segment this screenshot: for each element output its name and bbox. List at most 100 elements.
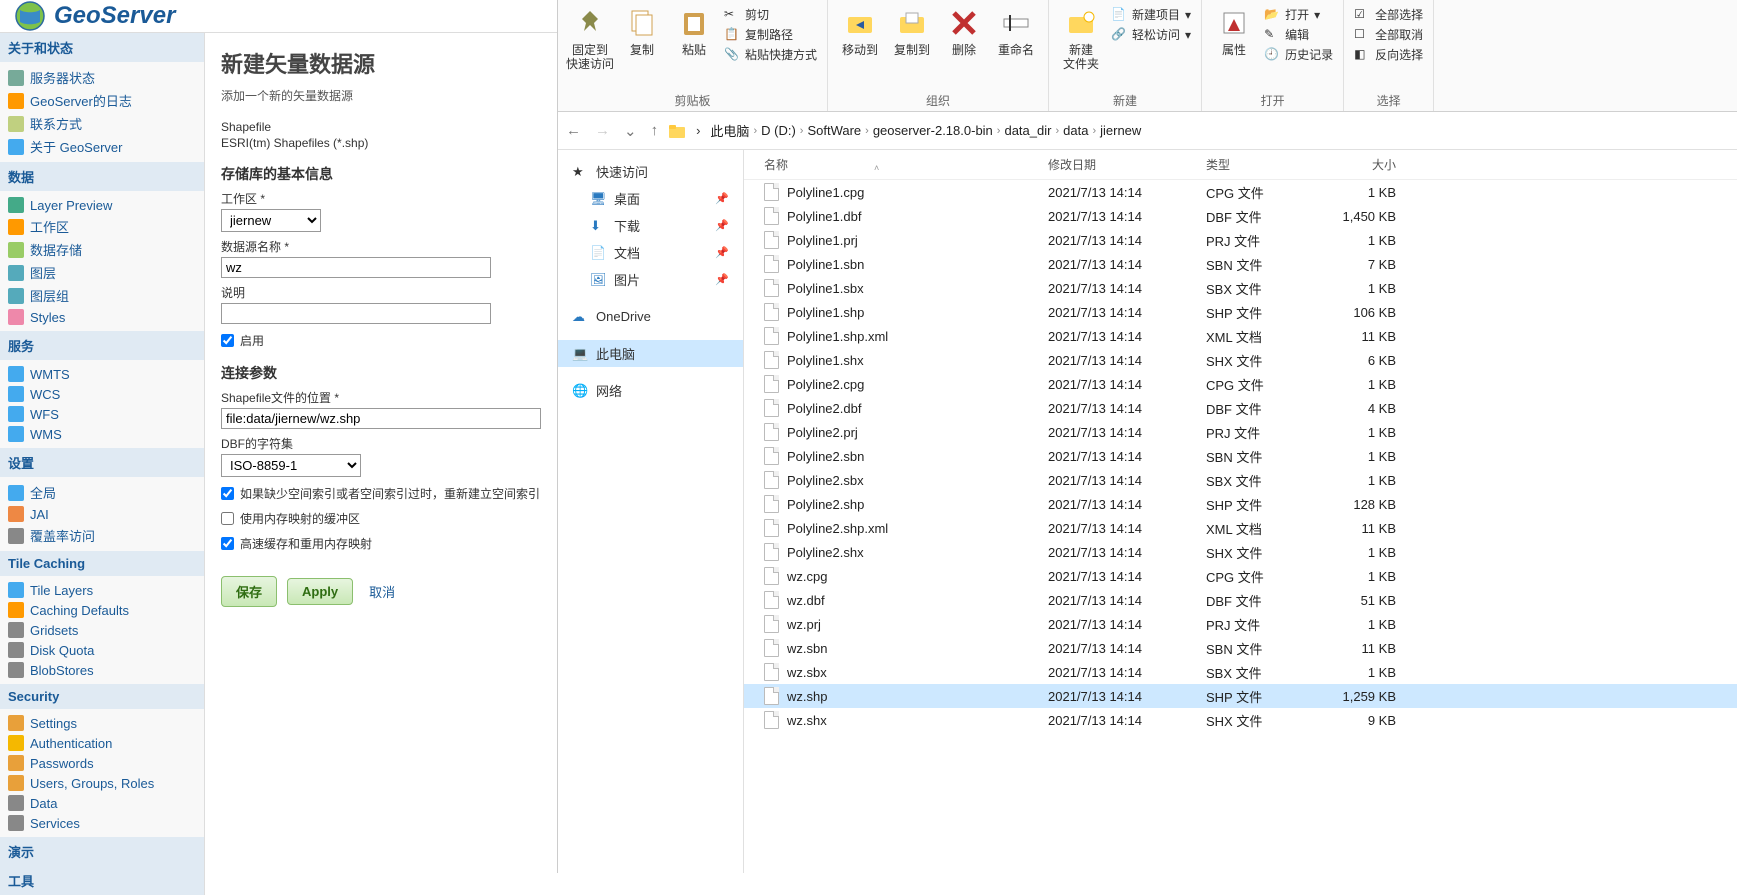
col-name[interactable]: 名称˄ bbox=[744, 156, 1038, 173]
recent-button[interactable]: ⌄ bbox=[624, 122, 637, 140]
paste-shortcut-button[interactable]: 📎粘贴快捷方式 bbox=[724, 46, 817, 63]
file-row[interactable]: wz.shx2021/7/13 14:14SHX 文件9 KB bbox=[744, 708, 1737, 732]
description-input[interactable] bbox=[221, 303, 491, 324]
file-row[interactable]: wz.dbf2021/7/13 14:14DBF 文件51 KB bbox=[744, 588, 1737, 612]
nav-item[interactable]: GeoServer的日志 bbox=[0, 89, 204, 112]
up-button[interactable]: ↑ bbox=[651, 122, 659, 140]
copy-to-button[interactable]: 复制到 bbox=[886, 4, 938, 60]
col-type[interactable]: 类型 bbox=[1196, 156, 1324, 173]
file-row[interactable]: wz.sbx2021/7/13 14:14SBX 文件1 KB bbox=[744, 660, 1737, 684]
nav-item[interactable]: 服务器状态 bbox=[0, 66, 204, 89]
new-folder-button[interactable]: 新建文件夹 bbox=[1055, 4, 1107, 74]
tree-quick-access[interactable]: ★快速访问 bbox=[558, 158, 743, 185]
nav-item[interactable]: 图层组 bbox=[0, 284, 204, 307]
cache-checkbox[interactable] bbox=[221, 537, 234, 550]
nav-item[interactable]: 全局 bbox=[0, 481, 204, 504]
file-row[interactable]: Polyline2.shp2021/7/13 14:14SHP 文件128 KB bbox=[744, 492, 1737, 516]
file-row[interactable]: Polyline1.prj2021/7/13 14:14PRJ 文件1 KB bbox=[744, 228, 1737, 252]
file-row[interactable]: wz.prj2021/7/13 14:14PRJ 文件1 KB bbox=[744, 612, 1737, 636]
copy-path-button[interactable]: 📋复制路径 bbox=[724, 26, 817, 43]
charset-select[interactable]: ISO-8859-1 bbox=[221, 454, 361, 477]
properties-button[interactable]: 属性 bbox=[1208, 4, 1260, 65]
edit-button[interactable]: ✎编辑 bbox=[1264, 26, 1333, 43]
easy-access-button[interactable]: 🔗轻松访问▾ bbox=[1111, 26, 1191, 43]
col-date[interactable]: 修改日期 bbox=[1038, 156, 1196, 173]
history-button[interactable]: 🕘历史记录 bbox=[1264, 46, 1333, 63]
cut-button[interactable]: ✂剪切 bbox=[724, 6, 817, 23]
file-location-input[interactable] bbox=[221, 408, 541, 429]
breadcrumb-segment[interactable]: D (D:) bbox=[761, 123, 796, 138]
file-row[interactable]: Polyline2.cpg2021/7/13 14:14CPG 文件1 KB bbox=[744, 372, 1737, 396]
paste-button[interactable]: 粘贴 bbox=[668, 4, 720, 74]
nav-item[interactable]: Disk Quota bbox=[0, 640, 204, 660]
tree-network[interactable]: 🌐网络 bbox=[558, 377, 743, 404]
tree-documents[interactable]: 📄文档📌 bbox=[558, 239, 743, 266]
nav-item[interactable]: Tile Layers bbox=[0, 580, 204, 600]
nav-item[interactable]: WMTS bbox=[0, 364, 204, 384]
file-row[interactable]: Polyline1.shp2021/7/13 14:14SHP 文件106 KB bbox=[744, 300, 1737, 324]
breadcrumb-segment[interactable]: data bbox=[1063, 123, 1088, 138]
nav-item[interactable]: Users, Groups, Roles bbox=[0, 773, 204, 793]
file-row[interactable]: Polyline2.sbn2021/7/13 14:14SBN 文件1 KB bbox=[744, 444, 1737, 468]
nav-item[interactable]: Layer Preview bbox=[0, 195, 204, 215]
tree-desktop[interactable]: 🖥桌面📌 bbox=[558, 185, 743, 212]
nav-item[interactable]: 工作区 bbox=[0, 215, 204, 238]
nav-item[interactable]: Authentication bbox=[0, 733, 204, 753]
file-row[interactable]: Polyline2.sbx2021/7/13 14:14SBX 文件1 KB bbox=[744, 468, 1737, 492]
tree-onedrive[interactable]: ☁OneDrive bbox=[558, 303, 743, 330]
col-size[interactable]: 大小 bbox=[1324, 156, 1414, 173]
breadcrumb-segment[interactable]: geoserver-2.18.0-bin bbox=[873, 123, 993, 138]
file-row[interactable]: Polyline1.shx2021/7/13 14:14SHX 文件6 KB bbox=[744, 348, 1737, 372]
pin-button[interactable]: 固定到快速访问 bbox=[564, 4, 616, 74]
enabled-checkbox[interactable] bbox=[221, 334, 234, 347]
delete-button[interactable]: 删除 bbox=[938, 4, 990, 60]
nav-item[interactable]: BlobStores bbox=[0, 660, 204, 680]
nav-item[interactable]: 覆盖率访问 bbox=[0, 524, 204, 547]
new-item-button[interactable]: 📄新建项目▾ bbox=[1111, 6, 1191, 23]
nav-item[interactable]: 图层 bbox=[0, 261, 204, 284]
file-row[interactable]: Polyline1.cpg2021/7/13 14:14CPG 文件1 KB bbox=[744, 180, 1737, 204]
bc-sep-root[interactable]: › bbox=[696, 123, 700, 138]
file-row[interactable]: Polyline2.shp.xml2021/7/13 14:14XML 文档11… bbox=[744, 516, 1737, 540]
nav-item[interactable]: JAI bbox=[0, 504, 204, 524]
file-row[interactable]: Polyline2.shx2021/7/13 14:14SHX 文件1 KB bbox=[744, 540, 1737, 564]
file-row[interactable]: wz.sbn2021/7/13 14:14SBN 文件11 KB bbox=[744, 636, 1737, 660]
breadcrumb-segment[interactable]: jiernew bbox=[1100, 123, 1141, 138]
file-row[interactable]: Polyline1.dbf2021/7/13 14:14DBF 文件1,450 … bbox=[744, 204, 1737, 228]
file-row[interactable]: Polyline2.dbf2021/7/13 14:14DBF 文件4 KB bbox=[744, 396, 1737, 420]
back-button[interactable]: ← bbox=[566, 122, 581, 140]
nav-item[interactable]: Settings bbox=[0, 713, 204, 733]
nav-item[interactable]: Data bbox=[0, 793, 204, 813]
nav-item[interactable]: 关于 GeoServer bbox=[0, 135, 204, 158]
nav-item[interactable]: WMS bbox=[0, 424, 204, 444]
rename-button[interactable]: 重命名 bbox=[990, 4, 1042, 60]
file-row[interactable]: wz.shp2021/7/13 14:14SHP 文件1,259 KB bbox=[744, 684, 1737, 708]
nav-item[interactable]: Caching Defaults bbox=[0, 600, 204, 620]
apply-button[interactable]: Apply bbox=[287, 578, 353, 605]
memory-buffer-checkbox[interactable] bbox=[221, 512, 234, 525]
tree-downloads[interactable]: ⬇下载📌 bbox=[558, 212, 743, 239]
file-row[interactable]: Polyline2.prj2021/7/13 14:14PRJ 文件1 KB bbox=[744, 420, 1737, 444]
open-button[interactable]: 📂打开▾ bbox=[1264, 6, 1333, 23]
breadcrumb-segment[interactable]: 此电脑 bbox=[710, 121, 749, 140]
datasource-name-input[interactable] bbox=[221, 257, 491, 278]
tree-this-pc[interactable]: 💻此电脑 bbox=[558, 340, 743, 367]
workspace-select[interactable]: jiernew bbox=[221, 209, 321, 232]
file-row[interactable]: Polyline1.sbx2021/7/13 14:14SBX 文件1 KB bbox=[744, 276, 1737, 300]
invert-select-button[interactable]: ◧反向选择 bbox=[1354, 46, 1423, 63]
nav-item[interactable]: Services bbox=[0, 813, 204, 833]
cancel-link[interactable]: 取消 bbox=[369, 582, 395, 601]
breadcrumb-segment[interactable]: SoftWare bbox=[807, 123, 861, 138]
select-all-button[interactable]: ☑全部选择 bbox=[1354, 6, 1423, 23]
nav-item[interactable]: Passwords bbox=[0, 753, 204, 773]
spatial-index-checkbox[interactable] bbox=[221, 487, 234, 500]
move-to-button[interactable]: 移动到 bbox=[834, 4, 886, 60]
nav-item[interactable]: 数据存储 bbox=[0, 238, 204, 261]
nav-item[interactable]: 联系方式 bbox=[0, 112, 204, 135]
nav-item[interactable]: Styles bbox=[0, 307, 204, 327]
nav-item[interactable]: WFS bbox=[0, 404, 204, 424]
file-row[interactable]: Polyline1.shp.xml2021/7/13 14:14XML 文档11… bbox=[744, 324, 1737, 348]
nav-item[interactable]: Gridsets bbox=[0, 620, 204, 640]
select-none-button[interactable]: ☐全部取消 bbox=[1354, 26, 1423, 43]
file-row[interactable]: Polyline1.sbn2021/7/13 14:14SBN 文件7 KB bbox=[744, 252, 1737, 276]
